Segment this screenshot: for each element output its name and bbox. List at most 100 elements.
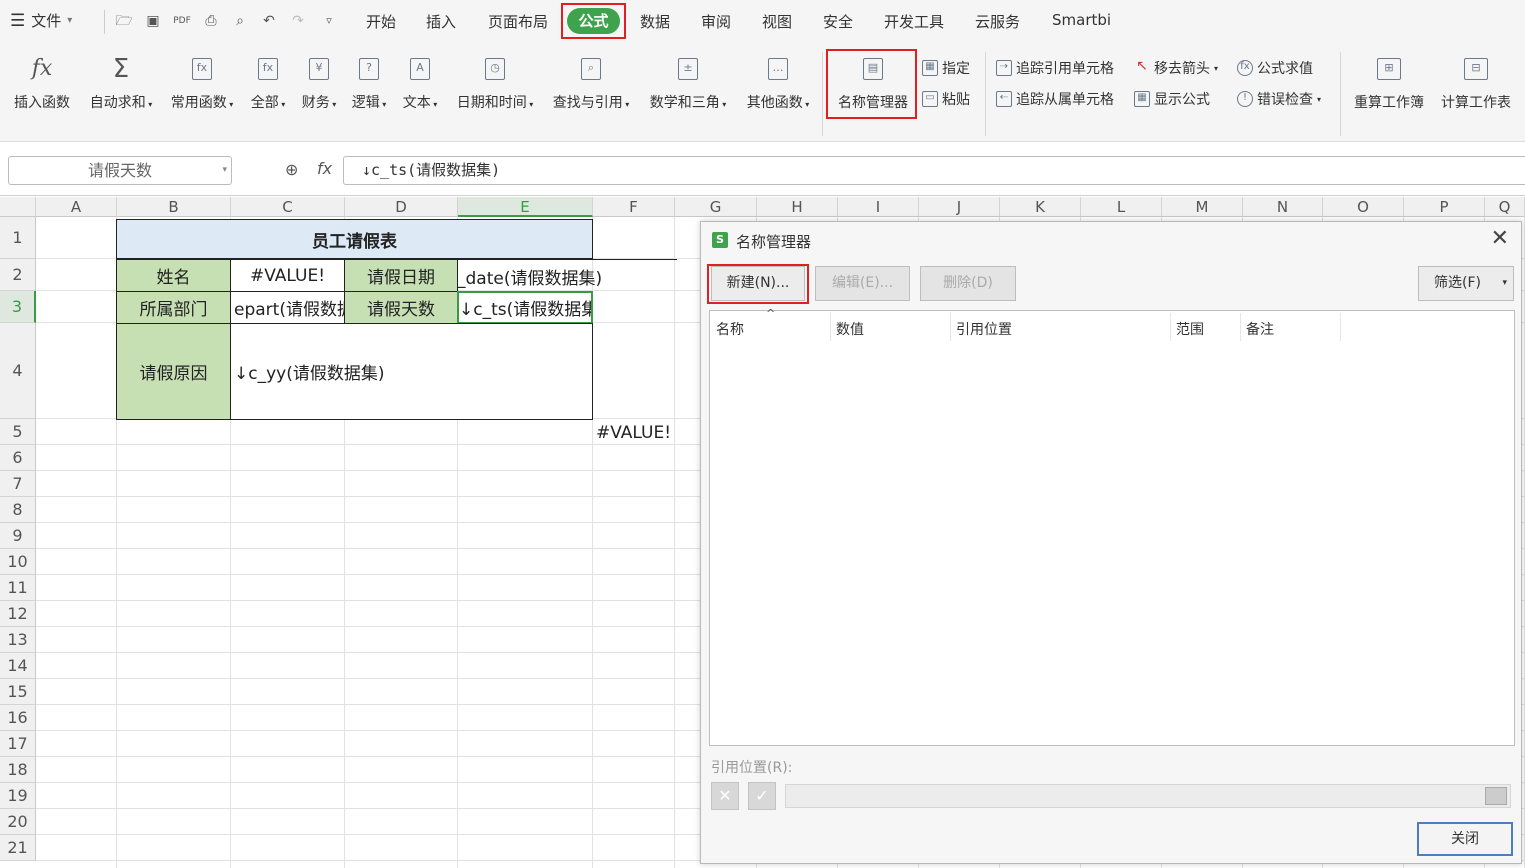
row-header-10[interactable]: 10	[0, 549, 36, 575]
table-title[interactable]: 员工请假表	[116, 219, 593, 259]
cell-c3[interactable]: epart(请假数据	[230, 291, 345, 324]
column-header-p[interactable]: P	[1404, 197, 1485, 217]
error-check-button[interactable]: ! 错误检查 ▾	[1237, 89, 1321, 109]
column-header-d[interactable]: D	[345, 197, 458, 217]
tab-review[interactable]: 审阅	[701, 11, 731, 32]
row-header-14[interactable]: 14	[0, 653, 36, 679]
header-refers-to[interactable]: 引用位置	[956, 319, 1012, 339]
row-header-1[interactable]: 1	[0, 217, 36, 259]
print-preview-icon[interactable]: ⌕	[231, 12, 249, 30]
names-list[interactable]: 名称 ^ 数值 引用位置 范围 备注	[709, 307, 1515, 746]
tab-view[interactable]: 视图	[762, 11, 792, 32]
logic-button[interactable]: ? 逻辑 ▾	[348, 52, 390, 112]
math-button[interactable]: ± 数学和三角 ▾	[644, 52, 732, 112]
row-header-16[interactable]: 16	[0, 705, 36, 731]
column-header-e[interactable]: E	[458, 197, 593, 217]
column-header-g[interactable]: G	[675, 197, 757, 217]
formula-input[interactable]: ↓c_ts(请假数据集)	[343, 156, 1525, 185]
cell-f5[interactable]: #VALUE!	[596, 421, 676, 445]
header-name[interactable]: 名称	[716, 319, 744, 339]
trace-dependents-button[interactable]: ⇠ 追踪从属单元格	[996, 89, 1114, 109]
tab-security[interactable]: 安全	[823, 11, 853, 32]
delete-button[interactable]: 删除(D)	[920, 266, 1016, 301]
column-header-k[interactable]: K	[1000, 197, 1081, 217]
trace-precedents-button[interactable]: ⇢ 追踪引用单元格	[996, 58, 1114, 78]
cell-b4[interactable]: 请假原因	[116, 323, 231, 420]
confirm-check-icon[interactable]: ✓	[748, 782, 776, 810]
tab-page-layout[interactable]: 页面布局	[488, 11, 548, 32]
all-functions-button[interactable]: fx 全部 ▾	[247, 52, 289, 112]
row-header-20[interactable]: 20	[0, 809, 36, 835]
tab-developer[interactable]: 开发工具	[884, 11, 944, 32]
row-header-6[interactable]: 6	[0, 445, 36, 471]
cell-c4[interactable]: ↓c_yy(请假数据集)	[230, 323, 593, 420]
row-header-3[interactable]: 3	[0, 291, 36, 323]
row-header-8[interactable]: 8	[0, 497, 36, 523]
column-header-f[interactable]: F	[593, 197, 675, 217]
edit-button[interactable]: 编辑(E)...	[815, 266, 910, 301]
new-button[interactable]: 新建(N)...	[711, 266, 805, 301]
column-header-n[interactable]: N	[1243, 197, 1323, 217]
file-menu[interactable]: ☰ 文件 ▾	[10, 10, 72, 31]
row-header-15[interactable]: 15	[0, 679, 36, 705]
insert-function-button[interactable]: fx 插入函数	[10, 52, 74, 112]
column-header-a[interactable]: A	[36, 197, 117, 217]
print-icon[interactable]: ⎙	[202, 12, 220, 30]
recalculate-workbook-button[interactable]: ⊞ 重算工作簿	[1350, 52, 1428, 112]
column-header-b[interactable]: B	[117, 197, 231, 217]
datetime-button[interactable]: ◷ 日期和时间 ▾	[452, 52, 538, 112]
range-picker-icon[interactable]	[1485, 787, 1507, 805]
refers-to-input[interactable]	[785, 784, 1511, 808]
row-header-7[interactable]: 7	[0, 471, 36, 497]
cell-e2[interactable]: _date(请假数据集)	[457, 259, 677, 292]
undo-icon[interactable]: ↶	[260, 12, 278, 30]
row-header-4[interactable]: 4	[0, 323, 36, 419]
row-header-9[interactable]: 9	[0, 523, 36, 549]
column-header-m[interactable]: M	[1162, 197, 1243, 217]
row-header-12[interactable]: 12	[0, 601, 36, 627]
column-header-o[interactable]: O	[1323, 197, 1404, 217]
redo-icon[interactable]: ↷	[289, 12, 307, 30]
customize-chevron-icon[interactable]: ▿	[320, 12, 338, 30]
close-button[interactable]: 关闭	[1417, 822, 1513, 856]
row-header-11[interactable]: 11	[0, 575, 36, 601]
row-header-18[interactable]: 18	[0, 757, 36, 783]
header-scope[interactable]: 范围	[1176, 319, 1204, 339]
column-header-j[interactable]: J	[919, 197, 1000, 217]
row-header-5[interactable]: 5	[0, 419, 36, 445]
cancel-x-icon[interactable]: ✕	[711, 782, 739, 810]
row-header-13[interactable]: 13	[0, 627, 36, 653]
fx-icon[interactable]: fx	[317, 159, 332, 178]
tab-data[interactable]: 数据	[640, 11, 670, 32]
column-header-i[interactable]: I	[838, 197, 919, 217]
row-header-17[interactable]: 17	[0, 731, 36, 757]
tab-formula[interactable]: 公式	[567, 8, 620, 34]
cell-b2[interactable]: 姓名	[116, 259, 231, 292]
name-manager-button[interactable]: ▤ 名称管理器	[833, 52, 913, 112]
common-function-button[interactable]: fx 常用函数 ▾	[166, 52, 238, 112]
row-header-2[interactable]: 2	[0, 259, 36, 291]
text-button[interactable]: A 文本 ▾	[399, 52, 441, 112]
name-box[interactable]: 请假天数 ▾	[8, 156, 232, 185]
remove-arrows-button[interactable]: ↖ 移去箭头 ▾	[1134, 58, 1218, 78]
calculate-sheet-button[interactable]: ⊟ 计算工作表	[1437, 52, 1515, 112]
cell-b3[interactable]: 所属部门	[116, 291, 231, 324]
tab-start[interactable]: 开始	[366, 11, 396, 32]
evaluate-formula-button[interactable]: fx 公式求值	[1237, 58, 1313, 78]
column-header-q[interactable]: Q	[1485, 197, 1525, 217]
autosum-button[interactable]: Σ 自动求和 ▾	[86, 52, 156, 112]
tab-cloud[interactable]: 云服务	[975, 11, 1020, 32]
zoom-icon[interactable]: ⊕	[285, 160, 298, 179]
close-icon[interactable]: ✕	[1491, 226, 1509, 251]
open-icon[interactable]: 🗁	[115, 12, 133, 30]
tab-smartbi[interactable]: Smartbi	[1052, 11, 1111, 29]
show-formulas-button[interactable]: ▦ 显示公式	[1134, 89, 1210, 109]
header-value[interactable]: 数值	[836, 319, 864, 339]
paste-name-button[interactable]: ▭ 粘贴	[922, 89, 970, 109]
save-icon[interactable]: ▣	[144, 12, 162, 30]
column-header-c[interactable]: C	[231, 197, 345, 217]
column-header-h[interactable]: H	[757, 197, 838, 217]
cell-c2[interactable]: #VALUE!	[230, 259, 345, 292]
row-header-21[interactable]: 21	[0, 835, 36, 861]
header-comment[interactable]: 备注	[1246, 319, 1274, 339]
